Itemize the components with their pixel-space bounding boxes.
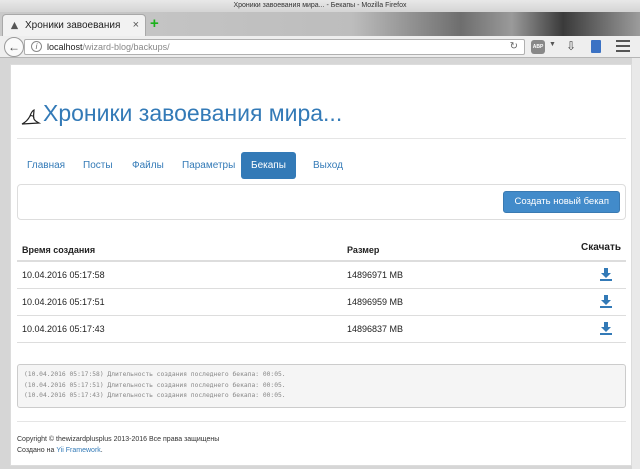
backup-log: (10.04.2016 05:17:58) Длительность созда… — [17, 364, 626, 408]
adblock-icon[interactable]: ABP — [531, 40, 545, 54]
backups-table: Время создания Размер Скачать 10.04.2016… — [17, 235, 626, 343]
log-line: (10.04.2016 05:17:58) Длительность созда… — [24, 371, 286, 378]
footer-copyright: Copyright © thewizardplusplus 2013-2016 … — [17, 436, 220, 443]
reload-icon[interactable]: ↻ — [510, 40, 518, 54]
window-edge — [632, 58, 640, 469]
nav-item-files[interactable]: Файлы — [122, 152, 174, 179]
site-favicon-icon — [10, 21, 19, 30]
row-created: 10.04.2016 05:17:51 — [22, 297, 105, 307]
address-bar[interactable]: i localhost/wizard-blog/backups/ ↻ — [24, 39, 525, 55]
wizard-hat-logo-icon — [21, 109, 41, 125]
nav-item-logout[interactable]: Выход — [303, 152, 353, 179]
address-text: localhost/wizard-blog/backups/ — [47, 40, 170, 54]
new-tab-button[interactable]: + — [150, 16, 159, 32]
page-container: Хроники завоевания мира... Главная Посты… — [10, 64, 632, 466]
footer-credits-suffix: . — [100, 447, 103, 454]
address-host: localhost — [47, 42, 83, 52]
divider — [17, 138, 626, 139]
window-title: Хроники завоевания мира... - Бекапы - Mo… — [0, 0, 640, 12]
framework-link[interactable]: Yii Framework — [56, 447, 100, 454]
bookmarks-icon[interactable] — [591, 40, 601, 53]
table-header: Время создания Размер Скачать — [17, 235, 626, 262]
table-row: 10.04.2016 05:17:51 14896959 MB — [17, 289, 626, 316]
nav-item-backups[interactable]: Бекапы — [241, 152, 296, 179]
footer-credits-prefix: Создано на — [17, 447, 57, 454]
row-size: 14896959 MB — [347, 297, 404, 307]
header-download: Скачать — [581, 242, 621, 253]
header-created: Время создания — [22, 245, 96, 255]
footer: Copyright © thewizardplusplus 2013-2016 … — [17, 434, 219, 456]
download-icon[interactable] — [600, 295, 612, 308]
download-icon[interactable] — [600, 268, 612, 281]
header-size: Размер — [347, 245, 380, 255]
log-line: (10.04.2016 05:17:51) Длительность созда… — [24, 381, 286, 389]
row-created: 10.04.2016 05:17:58 — [22, 270, 105, 280]
table-row: 10.04.2016 05:17:43 14896837 MB — [17, 316, 626, 343]
row-size: 14896971 MB — [347, 270, 404, 280]
back-arrow-icon[interactable]: ← — [4, 37, 24, 57]
row-created: 10.04.2016 05:17:43 — [22, 324, 105, 334]
nav-item-posts[interactable]: Посты — [73, 152, 123, 179]
site-title[interactable]: Хроники завоевания мира... — [43, 100, 342, 127]
browser-navbar: ← i localhost/wizard-blog/backups/ ↻ ABP… — [0, 36, 640, 58]
browser-tab[interactable]: Хроники завоевания ми... × — [2, 14, 146, 36]
nav-item-settings[interactable]: Параметры — [172, 152, 245, 179]
actions-panel: Создать новый бекап — [17, 184, 626, 220]
download-icon[interactable] — [600, 322, 612, 335]
create-backup-button[interactable]: Создать новый бекап — [503, 191, 620, 213]
tab-strip: Хроники завоевания ми... × + — [0, 12, 640, 36]
address-path: /wizard-blog/backups/ — [82, 42, 170, 52]
nav-item-home[interactable]: Главная — [17, 152, 75, 179]
row-size: 14896837 MB — [347, 324, 404, 334]
hamburger-menu-icon[interactable] — [616, 40, 630, 55]
log-line: (10.04.2016 05:17:43) Длительность созда… — [24, 392, 286, 399]
tab-title: Хроники завоевания ми... — [25, 20, 123, 31]
info-icon[interactable]: i — [31, 41, 42, 52]
footer-credits: Создано на Yii Framework. — [17, 445, 219, 456]
download-icon[interactable]: ⇩ — [566, 39, 576, 53]
divider — [17, 421, 626, 422]
table-row: 10.04.2016 05:17:58 14896971 MB — [17, 262, 626, 289]
chevron-down-icon[interactable]: ▼ — [549, 41, 556, 48]
tab-close-icon[interactable]: × — [133, 19, 139, 31]
